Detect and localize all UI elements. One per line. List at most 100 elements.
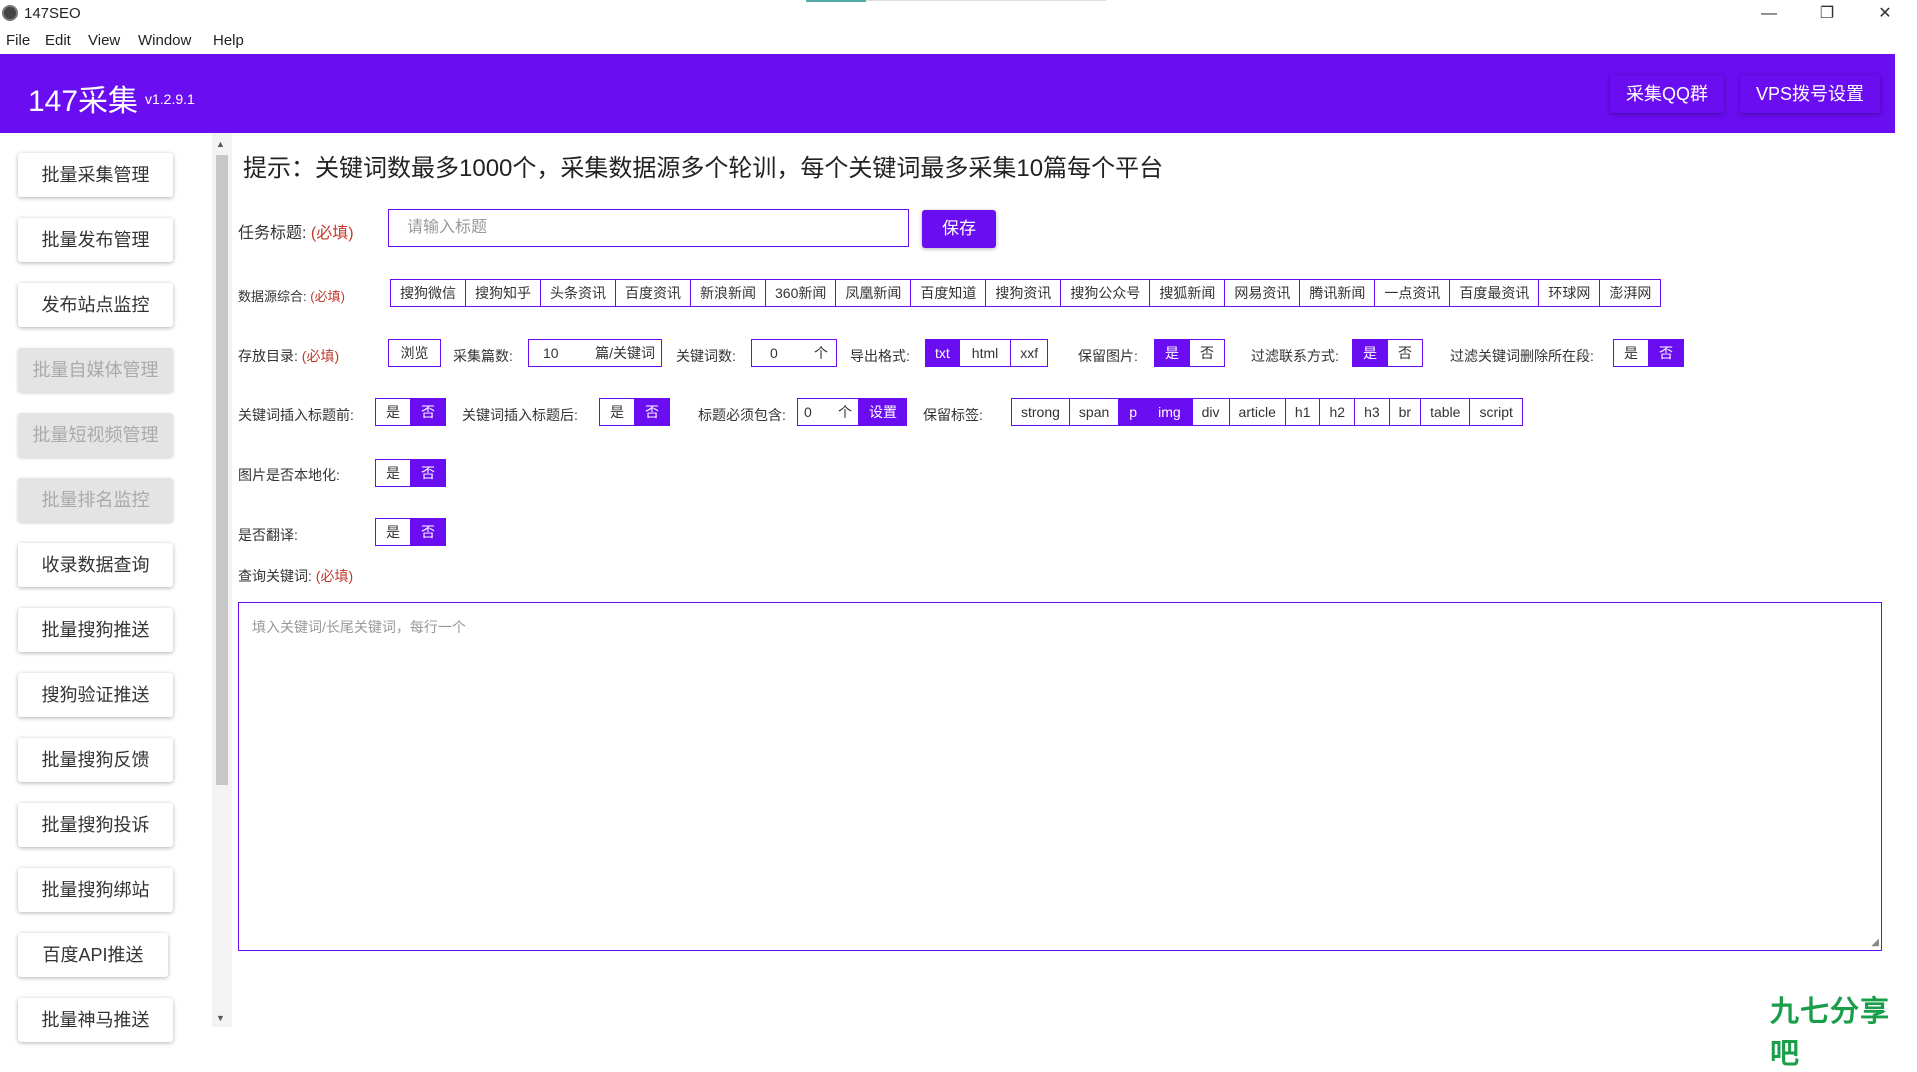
source-option[interactable]: 一点资讯 bbox=[1375, 280, 1451, 306]
translate-label: 是否翻译: bbox=[238, 527, 298, 543]
sidebar-item-sogou-feedback[interactable]: 批量搜狗反馈 bbox=[18, 738, 173, 782]
query-keywords-textarea[interactable]: 填入关键词/长尾关键词，每行一个 ◢ bbox=[238, 602, 1882, 951]
tag-option-img[interactable]: img bbox=[1147, 399, 1193, 425]
keyword-count-field[interactable]: 0 个 bbox=[751, 339, 837, 367]
filter-contact-yes[interactable]: 是 bbox=[1353, 340, 1388, 366]
sidebar-item-sogou-bind[interactable]: 批量搜狗绑站 bbox=[18, 868, 173, 912]
export-format-label: 导出格式: bbox=[850, 348, 910, 364]
source-option[interactable]: 搜狗知乎 bbox=[466, 280, 541, 306]
sidebar-item-sogou-complaint[interactable]: 批量搜狗投诉 bbox=[18, 803, 173, 847]
sources-label: 数据源综合: (必填) bbox=[238, 289, 345, 304]
scroll-up-icon[interactable]: ▲ bbox=[216, 139, 225, 149]
source-option[interactable]: 头条资讯 bbox=[541, 280, 616, 306]
source-option[interactable]: 环球网 bbox=[1539, 280, 1601, 306]
collect-count-field[interactable]: 10 篇/关键词 bbox=[528, 339, 662, 367]
export-format-selector: txt html xxf bbox=[925, 339, 1049, 367]
keyword-before-title-no[interactable]: 否 bbox=[411, 399, 445, 425]
filter-contact-no[interactable]: 否 bbox=[1388, 340, 1422, 366]
task-title-input[interactable]: 请输入标题 bbox=[388, 209, 909, 247]
translate-no[interactable]: 否 bbox=[411, 519, 445, 545]
sidebar-item-sogou-push[interactable]: 批量搜狗推送 bbox=[18, 608, 173, 652]
source-option[interactable]: 新浪新闻 bbox=[691, 280, 766, 306]
tag-option-div[interactable]: div bbox=[1193, 399, 1230, 425]
minimize-button[interactable]: — bbox=[1746, 0, 1792, 28]
tag-option-span[interactable]: span bbox=[1070, 399, 1120, 425]
version-label: v1.2.9.1 bbox=[145, 91, 195, 107]
save-button[interactable]: 保存 bbox=[922, 210, 996, 248]
filter-contact-label: 过滤联系方式: bbox=[1251, 348, 1339, 364]
title-must-include-value[interactable]: 0 bbox=[804, 399, 812, 425]
sidebar: 批量采集管理 批量发布管理 发布站点监控 批量自媒体管理 批量短视频管理 批量排… bbox=[0, 133, 212, 1042]
source-option[interactable]: 凤凰新闻 bbox=[836, 280, 912, 306]
keyword-before-title-yes[interactable]: 是 bbox=[376, 399, 411, 425]
scroll-down-icon[interactable]: ▼ bbox=[216, 1013, 225, 1023]
tag-option-strong[interactable]: strong bbox=[1012, 399, 1070, 425]
source-option[interactable]: 百度最资讯 bbox=[1450, 280, 1540, 306]
sidebar-item-baidu-api-push[interactable]: 百度API推送 bbox=[18, 933, 168, 977]
browse-button[interactable]: 浏览 bbox=[388, 339, 441, 367]
menu-help[interactable]: Help bbox=[213, 32, 244, 49]
sidebar-item-index-query[interactable]: 收录数据查询 bbox=[18, 543, 173, 587]
keep-images-no[interactable]: 否 bbox=[1190, 340, 1224, 366]
filter-keyword-toggle: 是 否 bbox=[1613, 339, 1684, 367]
filter-contact-toggle: 是 否 bbox=[1352, 339, 1423, 367]
keyword-after-title-yes[interactable]: 是 bbox=[600, 399, 635, 425]
keep-tags-label: 保留标签: bbox=[923, 407, 983, 423]
image-localize-no[interactable]: 否 bbox=[411, 460, 445, 486]
tag-option-h3[interactable]: h3 bbox=[1355, 399, 1390, 425]
export-option-xxf[interactable]: xxf bbox=[1011, 340, 1047, 366]
tag-option-h2[interactable]: h2 bbox=[1320, 399, 1356, 425]
qq-group-button[interactable]: 采集QQ群 bbox=[1610, 75, 1725, 113]
export-option-html[interactable]: html bbox=[960, 340, 1012, 366]
source-option[interactable]: 360新闻 bbox=[766, 280, 837, 306]
menu-edit[interactable]: Edit bbox=[45, 32, 71, 49]
sidebar-item-sogou-verify-push[interactable]: 搜狗验证推送 bbox=[18, 673, 173, 717]
source-option[interactable]: 百度资讯 bbox=[616, 280, 691, 306]
sidebar-item-site-monitor[interactable]: 发布站点监控 bbox=[18, 283, 173, 327]
sidebar-item-shenma-push[interactable]: 批量神马推送 bbox=[18, 998, 173, 1042]
title-must-include-unit: 个 bbox=[838, 404, 852, 420]
tag-option-article[interactable]: article bbox=[1230, 399, 1286, 425]
sidebar-item-video-manage[interactable]: 批量短视频管理 bbox=[18, 413, 173, 457]
title-must-include-field[interactable]: 0 个 bbox=[797, 398, 859, 426]
keyword-count-label: 关键词数: bbox=[676, 348, 736, 364]
source-option[interactable]: 搜狗资讯 bbox=[986, 280, 1062, 306]
sidebar-item-media-manage[interactable]: 批量自媒体管理 bbox=[18, 348, 173, 392]
set-button[interactable]: 设置 bbox=[859, 398, 907, 426]
sidebar-item-batch-collect[interactable]: 批量采集管理 bbox=[18, 153, 173, 197]
source-option[interactable]: 腾讯新闻 bbox=[1300, 280, 1376, 306]
source-option[interactable]: 搜狗微信 bbox=[391, 280, 466, 306]
resize-grip-icon[interactable]: ◢ bbox=[1871, 937, 1879, 948]
tag-option-table[interactable]: table bbox=[1421, 399, 1471, 425]
export-option-txt[interactable]: txt bbox=[926, 340, 960, 366]
tag-option-br[interactable]: br bbox=[1390, 399, 1422, 425]
window-scrollbar[interactable] bbox=[1895, 54, 1917, 1027]
filter-keyword-no[interactable]: 否 bbox=[1649, 340, 1683, 366]
keep-tags-selector: strong span p img div article h1 h2 h3 b… bbox=[1011, 398, 1523, 426]
keyword-after-title-no[interactable]: 否 bbox=[635, 399, 669, 425]
collect-count-value[interactable]: 10 bbox=[543, 340, 559, 366]
close-button[interactable]: ✕ bbox=[1862, 0, 1908, 28]
translate-yes[interactable]: 是 bbox=[376, 519, 411, 545]
filter-keyword-yes[interactable]: 是 bbox=[1614, 340, 1649, 366]
source-option[interactable]: 网易资讯 bbox=[1225, 280, 1301, 306]
vps-settings-button[interactable]: VPS拨号设置 bbox=[1740, 75, 1881, 113]
collect-count-unit: 篇/关键词 bbox=[595, 345, 655, 361]
menu-file[interactable]: File bbox=[6, 32, 30, 49]
maximize-button[interactable]: ❐ bbox=[1804, 0, 1850, 28]
source-option[interactable]: 百度知道 bbox=[911, 280, 987, 306]
sidebar-scroll-thumb[interactable] bbox=[216, 155, 228, 785]
tag-option-p[interactable]: p bbox=[1119, 399, 1148, 425]
menu-window[interactable]: Window bbox=[138, 32, 191, 49]
menu-view[interactable]: View bbox=[88, 32, 120, 49]
source-option[interactable]: 搜狗公众号 bbox=[1061, 280, 1151, 306]
source-option[interactable]: 澎湃网 bbox=[1600, 280, 1660, 306]
image-localize-yes[interactable]: 是 bbox=[376, 460, 411, 486]
tag-option-h1[interactable]: h1 bbox=[1286, 399, 1321, 425]
image-localize-toggle: 是 否 bbox=[375, 459, 446, 487]
sidebar-item-rank-monitor[interactable]: 批量排名监控 bbox=[18, 478, 173, 522]
keep-images-yes[interactable]: 是 bbox=[1155, 340, 1190, 366]
tag-option-script[interactable]: script bbox=[1470, 399, 1521, 425]
sidebar-item-batch-publish[interactable]: 批量发布管理 bbox=[18, 218, 173, 262]
source-option[interactable]: 搜狐新闻 bbox=[1150, 280, 1226, 306]
